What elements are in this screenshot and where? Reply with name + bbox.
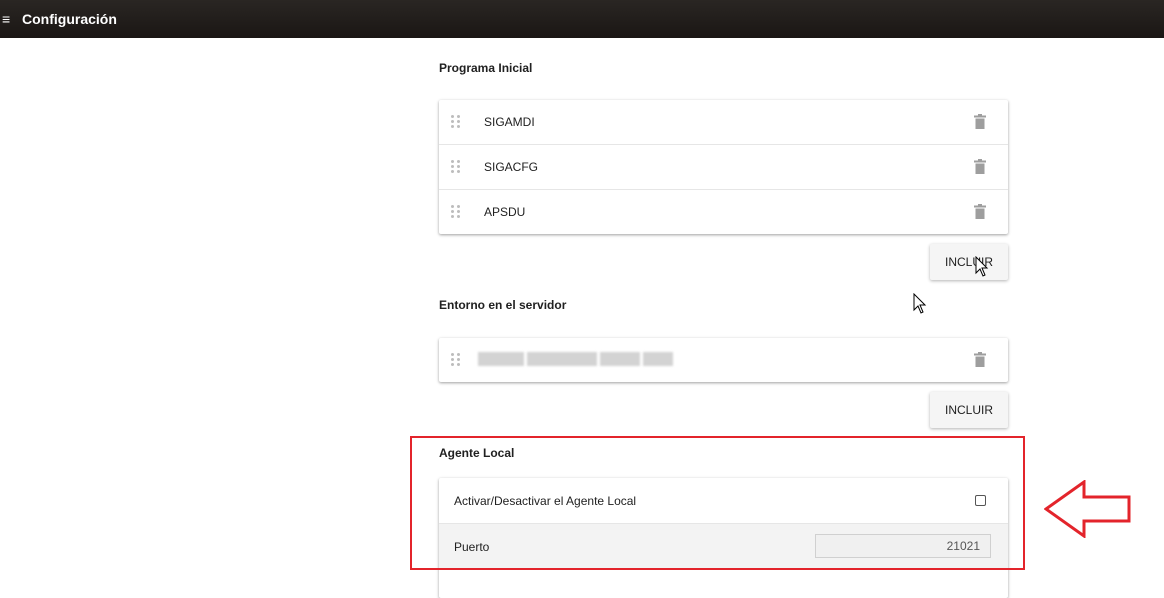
incluir-entorno-button[interactable]: INCLUIR [930,392,1008,428]
trash-icon[interactable] [974,352,986,367]
programa-inicial-list: SIGAMDI SIGACFG APSDU [439,100,1008,234]
page-title: Configuración [22,11,117,27]
list-item: SIGACFG [439,145,1008,190]
menu-icon[interactable]: ≡ [2,12,14,26]
trash-icon[interactable] [974,114,986,129]
drag-handle-icon[interactable] [451,205,461,219]
redacted-value [478,352,690,366]
drag-handle-icon[interactable] [451,353,461,367]
left-arrow-icon [1044,480,1131,538]
incluir-programa-button[interactable]: INCLUIR [930,244,1008,280]
section-title-programa-inicial: Programa Inicial [439,61,533,75]
highlight-box [410,436,1025,570]
top-app-bar: ≡ Configuración [0,0,1164,38]
drag-handle-icon[interactable] [451,160,461,174]
section-title-entorno: Entorno en el servidor [439,298,567,312]
list-item: SIGAMDI [439,100,1008,145]
mouse-cursor-icon [913,293,927,314]
drag-handle-icon[interactable] [451,115,461,129]
list-item: APSDU [439,190,1008,234]
list-item [439,338,1008,382]
entorno-list [439,338,1008,382]
list-item-label: APSDU [484,205,526,219]
trash-icon[interactable] [974,159,986,174]
mouse-cursor-icon [975,256,989,277]
list-item-label: SIGACFG [484,160,539,174]
list-item-label: SIGAMDI [484,115,535,129]
trash-icon[interactable] [974,204,986,219]
